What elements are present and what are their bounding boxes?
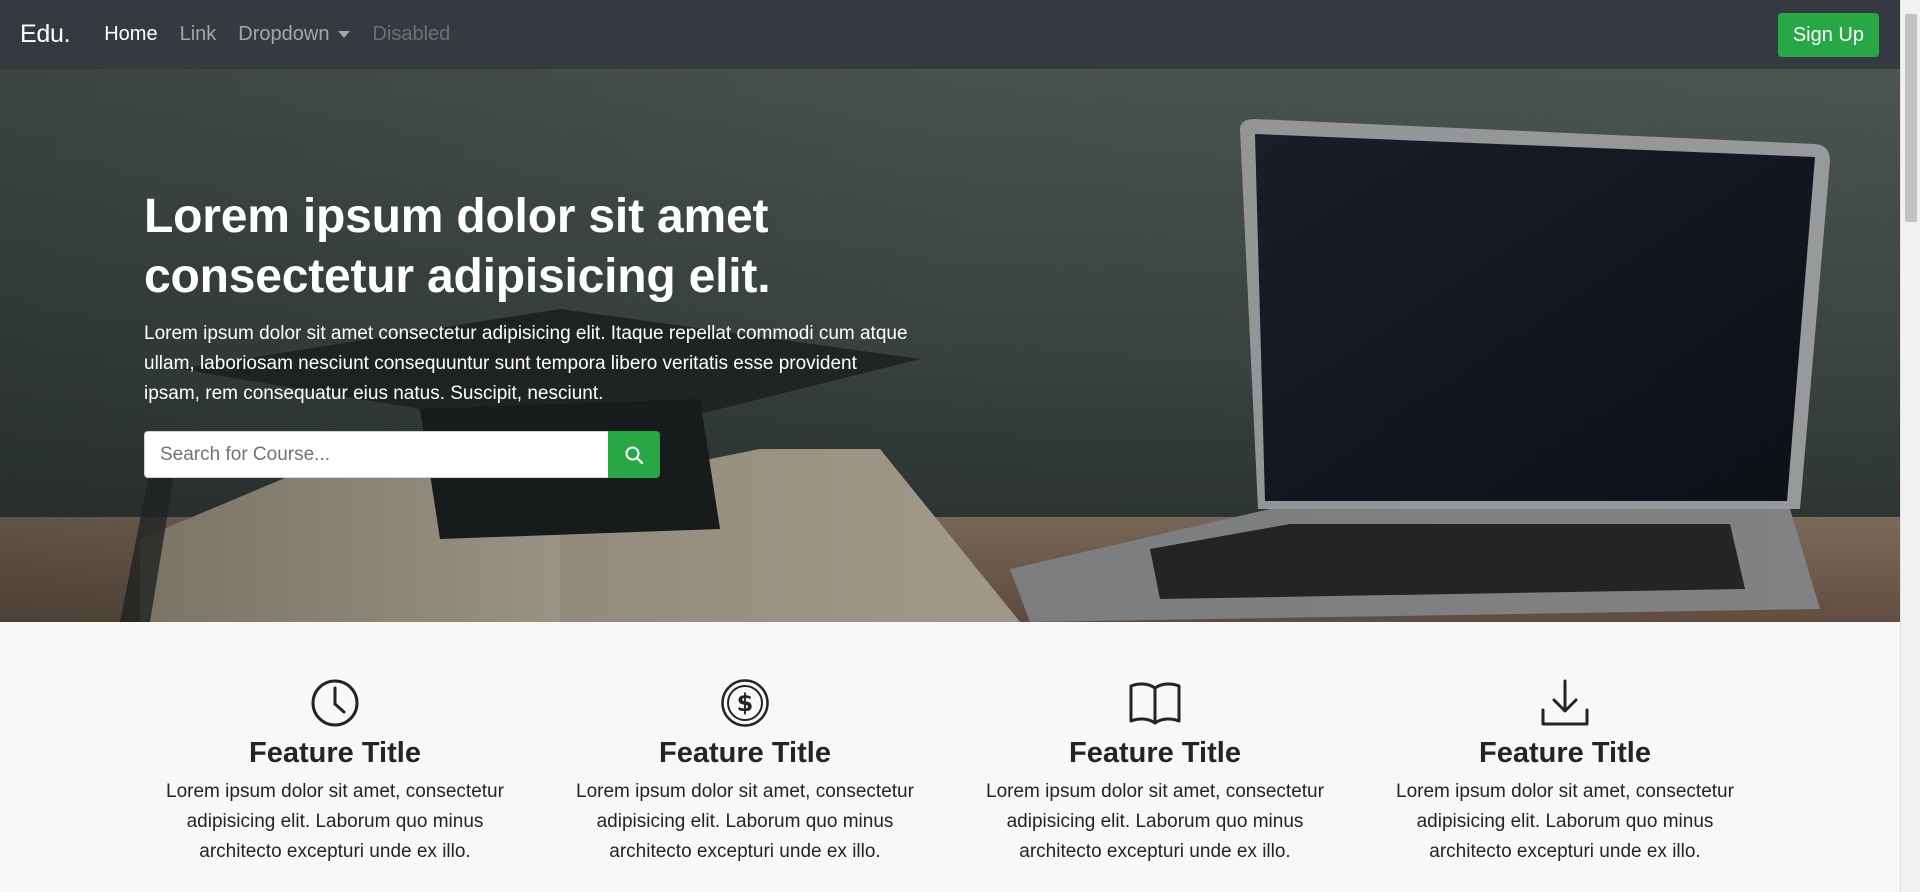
- features-section: Feature Title Lorem ipsum dolor sit amet…: [0, 622, 1900, 892]
- feature-text: Lorem ipsum dolor sit amet, consectetur …: [986, 781, 1324, 862]
- caret-down-icon: [338, 31, 351, 38]
- feature-text: Lorem ipsum dolor sit amet, consectetur …: [576, 781, 914, 862]
- feature-card: $ Feature Title Lorem ipsum dolor sit am…: [560, 677, 930, 867]
- search-button[interactable]: [608, 431, 660, 478]
- brand-logo[interactable]: Edu.: [20, 20, 71, 49]
- hero-title: Lorem ipsum dolor sit amet consectetur a…: [144, 187, 924, 307]
- feature-text: Lorem ipsum dolor sit amet, consectetur …: [1396, 781, 1734, 862]
- course-search-input[interactable]: [144, 431, 608, 478]
- download-icon: [1541, 679, 1589, 726]
- clock-icon: [311, 679, 359, 727]
- svg-text:$: $: [737, 689, 754, 717]
- search-icon: [625, 446, 644, 464]
- course-search-form: [144, 431, 660, 478]
- nav-item-dropdown[interactable]: Dropdown: [238, 23, 351, 46]
- feature-title: Feature Title: [1479, 737, 1651, 769]
- hero-content: Lorem ipsum dolor sit amet consectetur a…: [144, 187, 924, 478]
- nav-item-disabled: Disabled: [372, 23, 451, 45]
- feature-card: Feature Title Lorem ipsum dolor sit amet…: [150, 677, 520, 867]
- feature-title: Feature Title: [249, 737, 421, 769]
- feature-card: Feature Title Lorem ipsum dolor sit amet…: [970, 677, 1340, 867]
- signup-button[interactable]: Sign Up: [1777, 13, 1879, 57]
- feature-card: Feature Title Lorem ipsum dolor sit amet…: [1380, 677, 1750, 867]
- top-navbar: Edu. Home Link Dropdown Disabled Sign Up: [0, 0, 1900, 69]
- nav-item-home[interactable]: Home: [104, 23, 157, 46]
- hero-title-line2: consectetur adipisicing elit.: [144, 250, 771, 303]
- hero-description: Lorem ipsum dolor sit amet consectetur a…: [144, 323, 908, 404]
- dollar-coin-icon: $: [721, 679, 769, 727]
- nav-item-dropdown-label: Dropdown: [238, 23, 330, 45]
- hero-section: Lorem ipsum dolor sit amet consectetur a…: [0, 69, 1900, 622]
- book-icon: [1129, 682, 1181, 725]
- scrollbar-thumb[interactable]: [1905, 14, 1917, 222]
- feature-title: Feature Title: [659, 737, 831, 769]
- nav-item-link[interactable]: Link: [180, 23, 217, 46]
- feature-title: Feature Title: [1069, 737, 1241, 769]
- hero-title-line1: Lorem ipsum dolor sit amet: [144, 190, 769, 243]
- feature-text: Lorem ipsum dolor sit amet, consectetur …: [166, 781, 504, 862]
- page-scrollbar[interactable]: [1900, 0, 1920, 892]
